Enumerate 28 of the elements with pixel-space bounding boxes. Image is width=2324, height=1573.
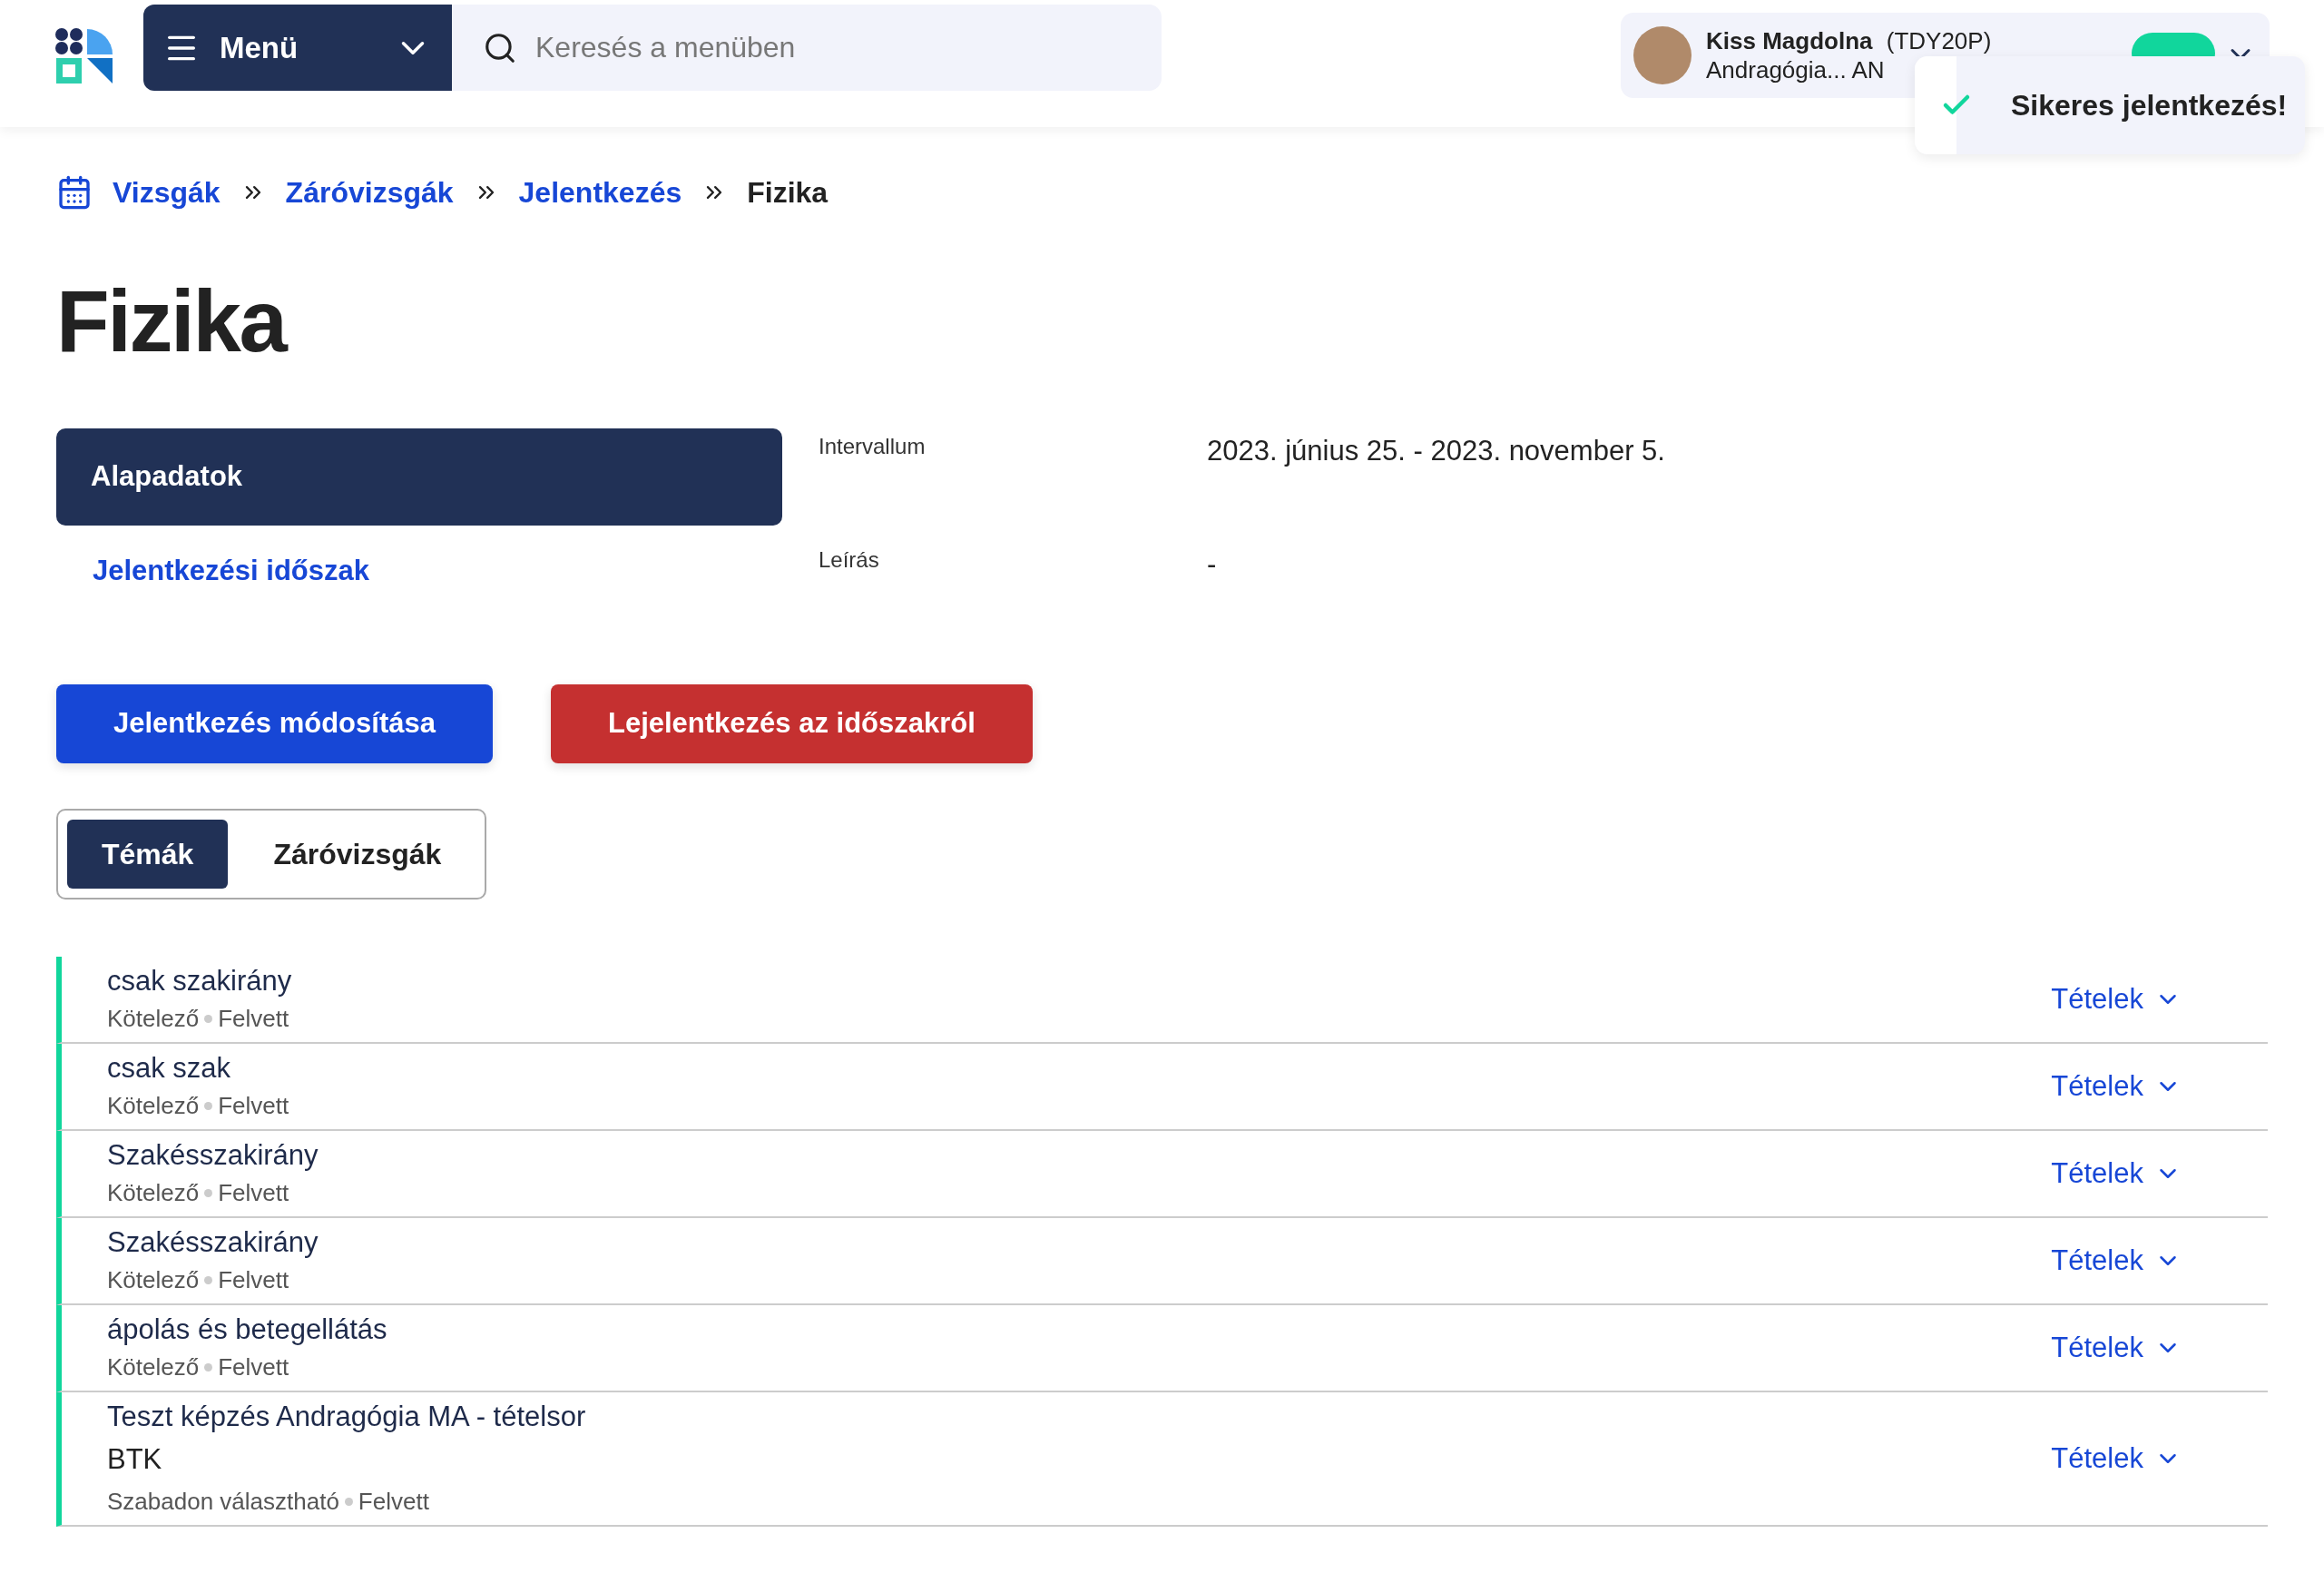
topic-status: Felvett — [218, 1352, 289, 1382]
topic-status: Felvett — [218, 1178, 289, 1208]
topic-title: ápolás és betegellátás — [107, 1312, 388, 1347]
page-title: Fizika — [56, 278, 288, 365]
topic-type: Kötelező — [107, 1091, 200, 1121]
topic-type: Kötelező — [107, 1352, 200, 1382]
detail-label: Intervallum — [819, 433, 927, 460]
user-code: (TDY20P) — [1886, 26, 1992, 54]
topic-status: Felvett — [218, 1004, 289, 1034]
topic-type: Kötelező — [107, 1178, 200, 1208]
topic-status: Felvett — [218, 1091, 289, 1121]
detail-value: 2023. június 25. - 2023. november 5. — [1207, 434, 1665, 468]
topic-title: csak szak — [107, 1051, 232, 1086]
topic-extra: BTK — [107, 1442, 163, 1477]
topic-title: Teszt képzés Andragógia MA - tételsor — [107, 1400, 587, 1434]
breadcrumb-current: Fizika — [747, 175, 829, 211]
topic-title: Szakésszakirány — [107, 1138, 319, 1173]
topic-status: Felvett — [358, 1487, 429, 1517]
topic-type: Kötelező — [107, 1265, 200, 1295]
topic-type: Kötelező — [107, 1004, 200, 1034]
detail-value: - — [1207, 547, 1218, 582]
topic-type: Szabadon választható — [107, 1487, 339, 1517]
detail-label: Leírás — [819, 546, 880, 574]
user-subtitle: Andragógia... AN — [1706, 55, 1886, 85]
topic-status: Felvett — [218, 1265, 289, 1295]
topic-title: Szakésszakirány — [107, 1225, 319, 1260]
user-name: Kiss Magdolna — [1706, 26, 1873, 54]
topic-title: csak szakirány — [107, 964, 293, 998]
